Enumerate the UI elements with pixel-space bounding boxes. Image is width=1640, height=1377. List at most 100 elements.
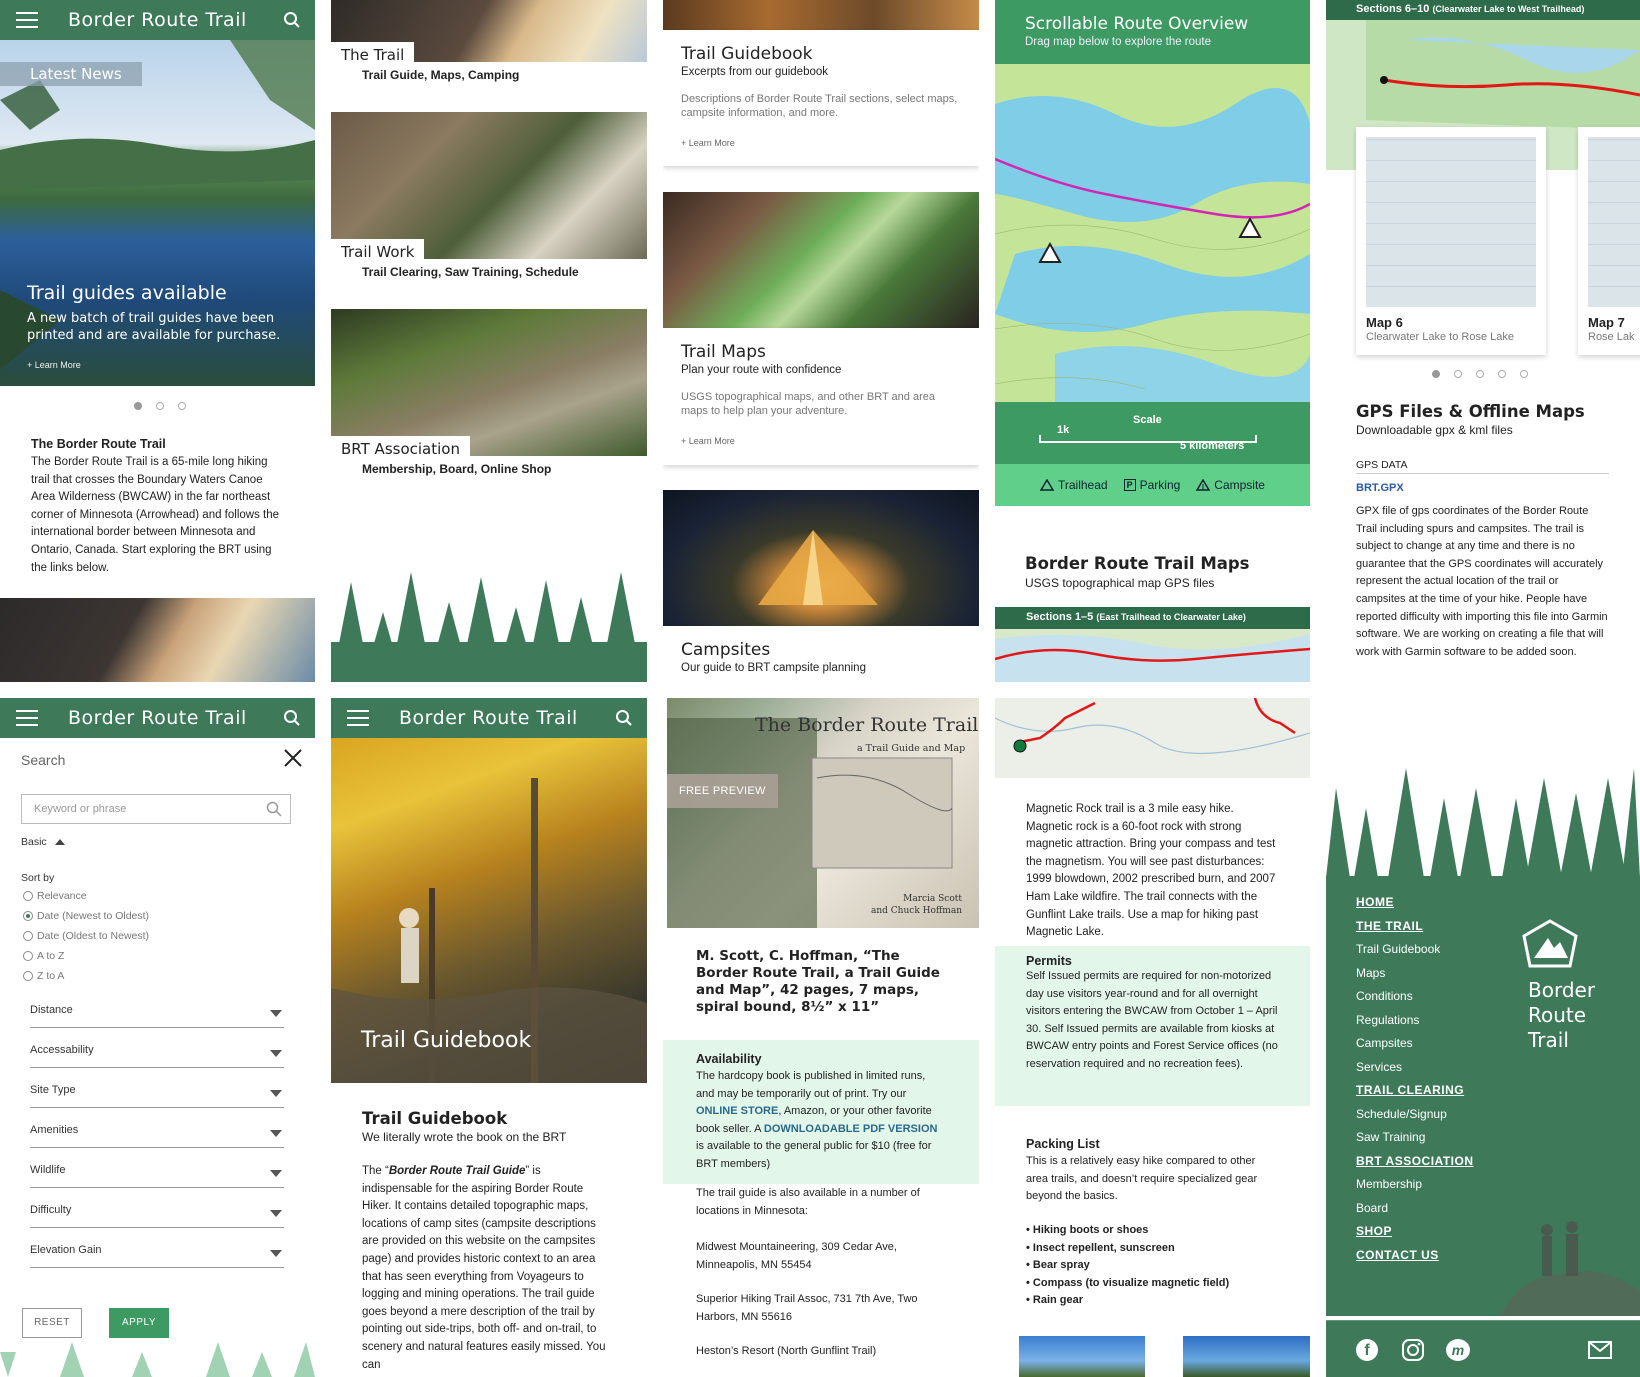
map-card-6[interactable]: Map 6 Clearwater Lake to Rose Lake xyxy=(1356,127,1546,355)
map-card-7[interactable]: Map 7 Rose Lak xyxy=(1578,127,1640,355)
nav-regulations[interactable]: Regulations xyxy=(1356,1009,1474,1033)
basic-toggle[interactable]: Basic xyxy=(21,836,65,848)
apply-button[interactable]: APPLY xyxy=(109,1308,169,1338)
campsites-card[interactable]: Campsites Our guide to BRT campsite plan… xyxy=(663,626,979,682)
legend-campsite: Campsite xyxy=(1196,478,1265,492)
carousel-dot[interactable] xyxy=(156,402,164,410)
location-item: Midwest Mountaineering, 309 Cedar Ave, M… xyxy=(696,1241,897,1271)
nav-home[interactable]: HOME xyxy=(1356,891,1474,915)
search-icon[interactable] xyxy=(281,707,303,729)
packing-item: • Rain gear xyxy=(1026,1294,1084,1306)
section-subtitle-association: Membership, Board, Online Shop xyxy=(362,462,552,476)
close-icon[interactable] xyxy=(283,748,303,768)
nav-board[interactable]: Board xyxy=(1356,1197,1474,1221)
carousel-dot[interactable] xyxy=(134,402,142,410)
availability-box: Availability The hardcopy book is publis… xyxy=(663,1040,979,1184)
instagram-icon[interactable] xyxy=(1402,1339,1424,1361)
meetup-icon[interactable]: m xyxy=(1446,1339,1470,1361)
nav-membership[interactable]: Membership xyxy=(1356,1173,1474,1197)
sections-map[interactable] xyxy=(995,629,1310,682)
facebook-icon[interactable]: f xyxy=(1356,1339,1378,1361)
search-icon[interactable] xyxy=(613,707,635,729)
section-title-trail[interactable]: The Trail xyxy=(331,42,415,64)
availability-title: Availability xyxy=(696,1052,762,1066)
free-preview-badge[interactable]: FREE PREVIEW xyxy=(667,774,778,808)
sort-option[interactable]: Z to A xyxy=(23,966,149,986)
photo-thumb[interactable] xyxy=(1019,1336,1145,1377)
gps-title: GPS Files & Offline Maps xyxy=(1356,402,1585,421)
nav-shop[interactable]: SHOP xyxy=(1356,1220,1474,1244)
legend-trailhead: Trailhead xyxy=(1040,478,1108,492)
hero-learn-more[interactable]: + Learn More xyxy=(27,360,81,370)
packing-item: • Compass (to visualize magnetic field) xyxy=(1026,1276,1230,1289)
sort-option[interactable]: A to Z xyxy=(23,946,149,966)
forest-silhouette xyxy=(0,1342,315,1377)
sections-bar[interactable]: Sections 1–5 (East Trailhead to Clearwat… xyxy=(995,607,1310,629)
photo-thumb[interactable] xyxy=(1183,1336,1310,1377)
nav-saw-training[interactable]: Saw Training xyxy=(1356,1126,1474,1150)
map-6-thumbnail xyxy=(1366,137,1536,307)
carousel-dot[interactable] xyxy=(178,402,186,410)
nav-conditions[interactable]: Conditions xyxy=(1356,985,1474,1009)
mail-icon[interactable] xyxy=(1588,1341,1612,1359)
search-input[interactable]: Keyword or phrase xyxy=(21,794,291,824)
map-7-subtitle: Rose Lak xyxy=(1588,331,1635,343)
section-title-association[interactable]: BRT Association xyxy=(331,436,470,458)
online-store-link[interactable]: ONLINE STORE xyxy=(696,1105,778,1117)
reset-button[interactable]: RESET xyxy=(22,1308,82,1338)
menu-icon[interactable] xyxy=(16,710,38,726)
guidebook-card-more[interactable]: + Learn More xyxy=(681,138,961,148)
nav-services[interactable]: Services xyxy=(1356,1056,1474,1080)
maps-card-more[interactable]: + Learn More xyxy=(681,436,961,446)
magnetic-panel: Magnetic Rock trail is a 3 mile easy hik… xyxy=(995,698,1310,1377)
filter-amenities[interactable]: Amenities xyxy=(30,1124,284,1148)
filter-difficulty[interactable]: Difficulty xyxy=(30,1204,284,1228)
hero-image[interactable]: Latest News Trail guides available A new… xyxy=(0,40,315,386)
pdf-version-link[interactable]: DOWNLOADABLE PDF VERSION xyxy=(764,1123,938,1135)
sort-option[interactable]: Relevance xyxy=(23,886,149,906)
menu-icon[interactable] xyxy=(347,710,369,726)
guidebook-panel: Border Route Trail Trail Guidebook Trail… xyxy=(331,698,647,1377)
carousel-dots[interactable] xyxy=(134,402,186,410)
app-title: Border Route Trail xyxy=(399,707,578,729)
filter-distance[interactable]: Distance xyxy=(30,1004,284,1028)
nav-contact-us[interactable]: CONTACT US xyxy=(1356,1244,1474,1268)
route-map[interactable] xyxy=(995,64,1310,402)
sort-options: Relevance Date (Newest to Oldest) Date (… xyxy=(23,886,149,986)
nav-trail-clearing[interactable]: TRAIL CLEARING xyxy=(1356,1079,1474,1103)
nav-trail-guidebook[interactable]: Trail Guidebook xyxy=(1356,938,1474,962)
maps-card-title: Trail Maps xyxy=(681,342,766,362)
forest-silhouette xyxy=(1326,768,1640,878)
search-field-icon xyxy=(266,801,282,817)
magnetic-map[interactable] xyxy=(995,698,1310,778)
menu-icon[interactable] xyxy=(16,12,38,28)
section-image-association[interactable] xyxy=(331,309,647,456)
book-panel: The Border Route Trail a Trail Guide and… xyxy=(663,698,979,1377)
nav-maps[interactable]: Maps xyxy=(1356,962,1474,986)
campsites-card-subtitle: Our guide to BRT campsite planning xyxy=(681,662,866,674)
maps-card[interactable]: Trail Maps Plan your route with confiden… xyxy=(663,328,979,465)
campsites-card-title: Campsites xyxy=(681,640,771,660)
forest-silhouette xyxy=(331,572,647,682)
guidebook-card[interactable]: Trail Guidebook Excerpts from our guideb… xyxy=(663,30,979,166)
section-image-trailwork[interactable] xyxy=(331,112,647,259)
filter-wildlife[interactable]: Wildlife xyxy=(30,1164,284,1188)
sort-option[interactable]: Date (Oldest to Newest) xyxy=(23,926,149,946)
nav-the-trail[interactable]: THE TRAIL xyxy=(1356,915,1474,939)
book-cover-title: The Border Route Trail xyxy=(755,714,979,736)
permits-text: Self Issued permits are required for non… xyxy=(1026,970,1278,1070)
nav-schedule-signup[interactable]: Schedule/Signup xyxy=(1356,1103,1474,1127)
location-item: Heston’s Resort (North Gunflint Trail) xyxy=(696,1345,877,1357)
nav-brt-association[interactable]: BRT ASSOCIATION xyxy=(1356,1150,1474,1174)
map-carousel-dots[interactable] xyxy=(1432,370,1528,378)
filter-accessability[interactable]: Accessability xyxy=(30,1044,284,1068)
sort-option[interactable]: Date (Newest to Oldest) xyxy=(23,906,149,926)
gps-file-link[interactable]: BRT.GPX xyxy=(1356,482,1404,494)
book-cover-image[interactable]: The Border Route Trail a Trail Guide and… xyxy=(667,698,979,928)
filter-site-type[interactable]: Site Type xyxy=(30,1084,284,1108)
section-title-trailwork[interactable]: Trail Work xyxy=(331,239,425,261)
app-header: Border Route Trail xyxy=(0,0,315,40)
search-icon[interactable] xyxy=(281,9,303,31)
filter-elevation-gain[interactable]: Elevation Gain xyxy=(30,1244,284,1268)
nav-campsites[interactable]: Campsites xyxy=(1356,1032,1474,1056)
